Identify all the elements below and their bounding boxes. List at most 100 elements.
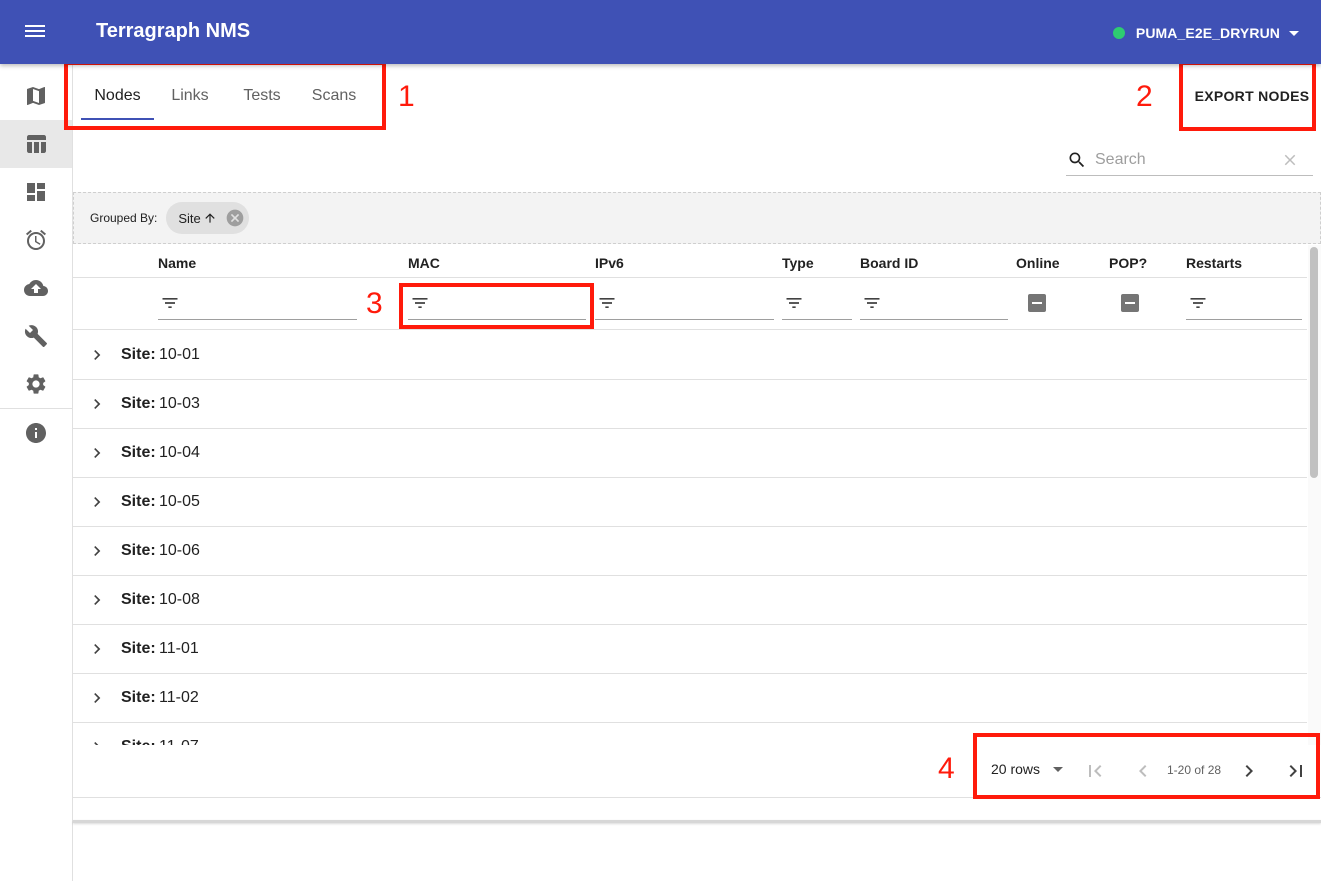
group-value: 10-03: [159, 395, 200, 412]
sidebar-item-tables[interactable]: [0, 120, 72, 168]
column-header-online[interactable]: Online: [1016, 255, 1060, 271]
filter-icon: [162, 298, 178, 308]
first-page-icon[interactable]: [1083, 759, 1107, 783]
map-icon: [27, 87, 45, 105]
chevron-right-icon[interactable]: [87, 345, 107, 365]
ipv6-filter[interactable]: [595, 287, 774, 320]
type-filter[interactable]: [782, 287, 852, 320]
network-status-dot: [1112, 27, 1125, 39]
group-value: 10-01: [159, 346, 200, 363]
group-label: Site:: [121, 395, 156, 412]
column-header-mac[interactable]: MAC: [408, 255, 440, 271]
table-icon: [27, 135, 46, 153]
clear-search-icon[interactable]: [1281, 151, 1299, 169]
tab-tests[interactable]: Tests: [226, 72, 298, 120]
sidebar-item-map[interactable]: [0, 72, 72, 120]
column-header-pop[interactable]: POP?: [1109, 255, 1147, 271]
grouping-bar: Grouped By: Site: [73, 192, 1321, 244]
group-label: Site:: [121, 444, 156, 461]
search-icon: [1067, 150, 1087, 170]
group-row[interactable]: Site: 10-05: [73, 478, 1307, 527]
sidebar-item-alarms[interactable]: [0, 216, 72, 264]
filter-icon: [1190, 298, 1206, 308]
rows-per-page-label: 20 rows: [991, 761, 1041, 777]
chevron-right-icon[interactable]: [87, 492, 107, 512]
app-bar: Terragraph NMS PUMA_E2E_DRYRUN: [0, 0, 1321, 64]
group-label: Site:: [121, 689, 156, 706]
last-page-icon[interactable]: [1284, 759, 1308, 783]
chevron-right-icon[interactable]: [87, 639, 107, 659]
group-row[interactable]: Site: 11-01: [73, 625, 1307, 674]
chevron-right-icon[interactable]: [87, 737, 107, 745]
group-value: 11-02: [159, 689, 199, 706]
group-label: Site:: [121, 591, 156, 608]
sidebar-item-upgrade[interactable]: [0, 264, 72, 312]
sidebar-item-troubleshooting[interactable]: [0, 312, 72, 360]
dashboard-icon: [27, 183, 45, 201]
group-value: 11-01: [159, 640, 199, 657]
group-row[interactable]: Site: 11-02: [73, 674, 1307, 723]
sidebar-item-dashboards[interactable]: [0, 168, 72, 216]
chevron-right-icon[interactable]: [87, 688, 107, 708]
export-nodes-button[interactable]: EXPORT NODES: [1191, 80, 1313, 112]
column-header-ipv6[interactable]: IPv6: [595, 255, 624, 271]
group-row[interactable]: Site: 10-04: [73, 429, 1307, 478]
group-label: Site:: [121, 738, 156, 745]
tab-nodes[interactable]: Nodes: [81, 72, 154, 120]
chevron-right-icon[interactable]: [87, 541, 107, 561]
filter-icon: [864, 298, 880, 308]
rows-per-page-select[interactable]: 20 rows: [991, 761, 1064, 777]
group-row[interactable]: Site:11-07: [73, 723, 1307, 745]
column-header-restarts[interactable]: Restarts: [1186, 255, 1242, 271]
sidebar-item-about[interactable]: [0, 409, 72, 457]
mac-filter[interactable]: [408, 287, 586, 320]
chevron-right-icon[interactable]: [87, 590, 107, 610]
grouped-by-label: Grouped By:: [90, 211, 158, 225]
filter-icon: [786, 298, 802, 308]
group-value: 10-05: [159, 493, 200, 510]
pop-filter-checkbox[interactable]: [1121, 294, 1139, 312]
group-chip-label: Site: [178, 210, 201, 226]
group-label: Site:: [121, 542, 156, 559]
table-bottom-edge: [73, 820, 1321, 823]
group-row[interactable]: Site: 10-03: [73, 380, 1307, 429]
group-row[interactable]: Site: 10-08: [73, 576, 1307, 625]
menu-icon[interactable]: [24, 22, 46, 42]
annotation-label-4: 4: [938, 752, 955, 785]
group-value: 10-04: [159, 444, 200, 461]
sort-ascending-icon[interactable]: [203, 211, 217, 225]
caret-down-icon: [1289, 30, 1299, 36]
network-selector[interactable]: PUMA_E2E_DRYRUN: [1112, 22, 1299, 44]
chevron-right-icon[interactable]: [87, 443, 107, 463]
group-row[interactable]: Site: 10-01: [73, 331, 1307, 380]
tab-scans[interactable]: Scans: [298, 72, 370, 120]
sidebar-item-settings[interactable]: [0, 360, 72, 408]
cloud-upload-icon: [24, 280, 48, 296]
group-chip-site[interactable]: Site: [166, 202, 249, 234]
caret-down-icon: [1053, 766, 1064, 772]
board-id-filter[interactable]: [860, 287, 1008, 320]
info-icon: [26, 423, 46, 443]
next-page-icon[interactable]: [1237, 759, 1261, 783]
filter-icon: [599, 298, 615, 308]
group-value: 10-08: [159, 591, 200, 608]
nodes-table: Name MAC IPv6 Type Board ID Online POP? …: [73, 245, 1307, 745]
tab-links[interactable]: Links: [154, 72, 226, 120]
online-filter-checkbox[interactable]: [1028, 294, 1046, 312]
previous-page-icon[interactable]: [1131, 759, 1155, 783]
group-value: 11-07: [159, 738, 199, 745]
alarm-icon: [26, 229, 46, 250]
page-range: 1-20 of 28: [1167, 763, 1222, 777]
group-label: Site:: [121, 640, 156, 657]
column-header-name[interactable]: Name: [158, 255, 196, 271]
filter-row: [73, 279, 1307, 330]
remove-group-icon[interactable]: [225, 208, 245, 228]
chevron-right-icon[interactable]: [87, 394, 107, 414]
column-header-type[interactable]: Type: [782, 255, 814, 271]
name-filter[interactable]: [158, 287, 357, 320]
search-input[interactable]: [1095, 150, 1275, 169]
group-row[interactable]: Site: 10-06: [73, 527, 1307, 576]
column-header-board-id[interactable]: Board ID: [860, 255, 918, 271]
restarts-filter[interactable]: [1186, 287, 1302, 320]
scrollbar-thumb[interactable]: [1310, 247, 1318, 478]
